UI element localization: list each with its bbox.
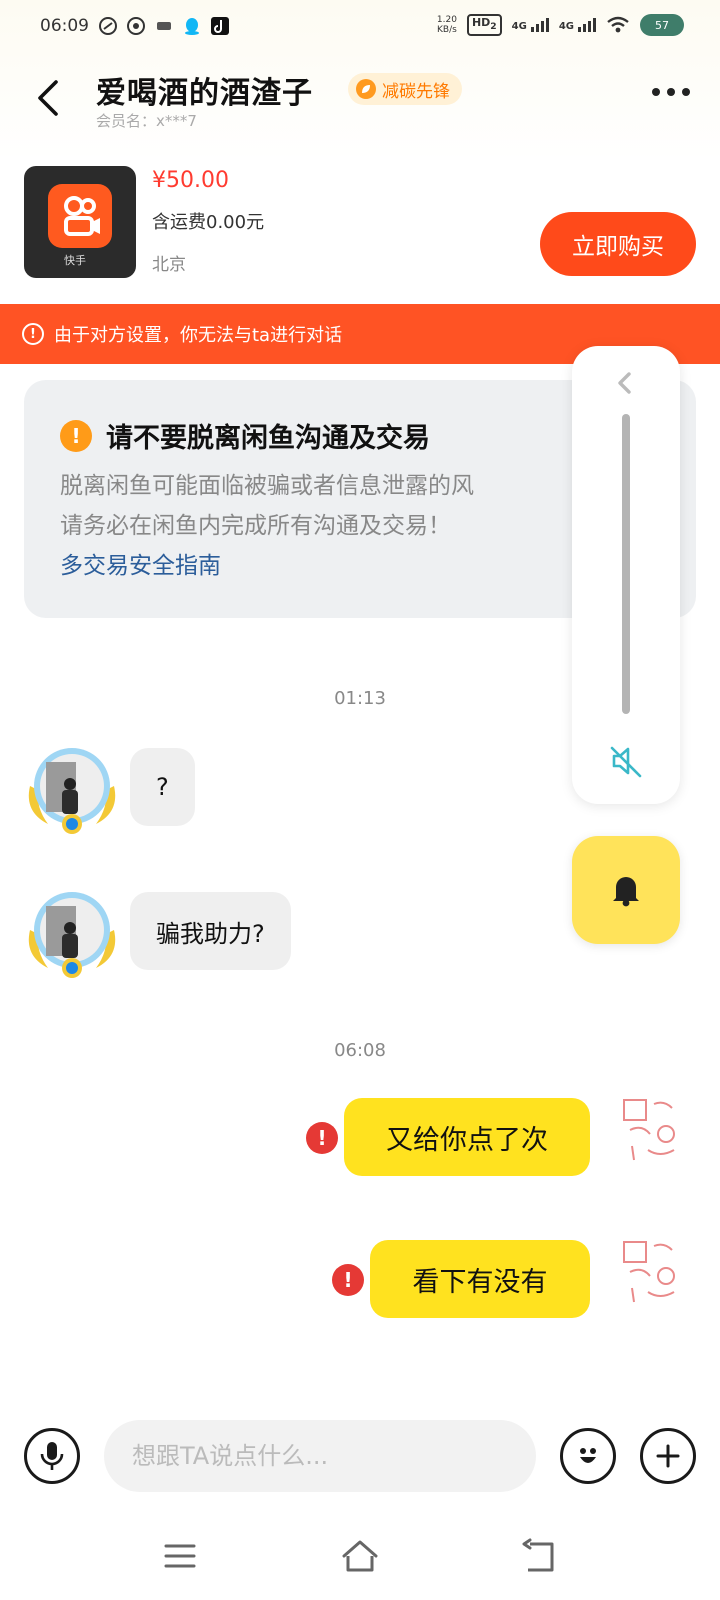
page-title: 爱喝酒的酒渣子 (96, 76, 313, 111)
signal-label: 4G (558, 21, 574, 33)
safety-text-line: 请务必在闲鱼内完成所有沟通及交易！ (60, 513, 451, 539)
emoji-button[interactable] (560, 1428, 616, 1484)
status-system-icons: 1.20 KB/s HD2 4G 4G 57 (437, 14, 684, 37)
self-avatar-sticker[interactable] (620, 1236, 684, 1306)
bell-icon (613, 877, 639, 907)
app-notification-icon (99, 17, 117, 35)
net-speed-value: 1.20 (436, 15, 457, 26)
status-bar: 06:09 1.20 KB/s HD2 4G 4G 57 (0, 0, 720, 56)
self-avatar-sticker[interactable] (620, 1094, 684, 1164)
status-app-icons (98, 16, 230, 36)
warning-icon: ! (60, 420, 92, 452)
error-icon[interactable]: ! (332, 1264, 364, 1296)
app-notification-icon (127, 17, 145, 35)
safety-text-line: 脱离闲鱼可能面临被骗或者信息泄露的风 (60, 473, 474, 499)
speaker-muted-icon[interactable] (608, 742, 646, 780)
notification-button[interactable] (572, 836, 680, 944)
message-input[interactable] (104, 1420, 536, 1492)
net-speed: 1.20 KB/s (437, 15, 457, 35)
back-button[interactable] (30, 78, 66, 118)
app-notification-icon (157, 22, 171, 30)
message-text: 又给你点了次 (386, 1124, 548, 1156)
hd-label: HD (471, 16, 491, 29)
product-thumbnail[interactable]: 快手 (24, 166, 136, 278)
signal-label: 4G (511, 21, 527, 33)
microphone-icon (40, 1442, 64, 1470)
product-price: ¥50.00 (152, 168, 229, 193)
avatar[interactable] (24, 886, 120, 982)
plus-icon (656, 1444, 680, 1468)
message-text: ? (156, 773, 169, 801)
timestamp: 06:08 (334, 1040, 386, 1061)
product-location: 北京 (152, 255, 186, 275)
warning-icon: ! (22, 323, 44, 345)
message-bubble-incoming[interactable]: 骗我助力? (130, 892, 291, 970)
floating-side-panel (572, 346, 680, 804)
menu-icon[interactable] (160, 1536, 200, 1576)
shipping-fee: 含运费0.00元 (152, 212, 265, 233)
battery-icon: 57 (640, 14, 684, 37)
emoji-icon (580, 1448, 596, 1463)
restriction-text: 由于对方设置，你无法与ta进行对话 (54, 325, 343, 346)
buy-now-button[interactable]: 立即购买 (540, 212, 696, 276)
member-name: 会员名：x***7 (96, 112, 197, 130)
timestamp: 01:13 (334, 688, 386, 709)
more-options-button[interactable] (652, 88, 690, 96)
app-label: 快手 (64, 254, 86, 267)
home-icon[interactable] (340, 1536, 380, 1576)
message-text: 看下有没有 (412, 1266, 548, 1298)
avatar[interactable] (24, 742, 120, 838)
tiktok-icon (211, 17, 229, 35)
wifi-icon (607, 16, 629, 33)
voice-input-button[interactable] (24, 1428, 80, 1484)
signal-strength-icon: 4G (558, 18, 596, 33)
message-bubble-outgoing[interactable]: 看下有没有 (370, 1240, 590, 1318)
safety-text: 脱离闲鱼可能面临被骗或者信息泄露的风 请务必在闲鱼内完成所有沟通及交易！ (60, 466, 590, 546)
volume-slider[interactable] (622, 414, 630, 714)
kuaishou-app-icon (48, 184, 112, 248)
leaf-icon (356, 79, 376, 99)
carbon-badge: 减碳先锋 (348, 73, 462, 105)
badge-label: 减碳先锋 (382, 81, 450, 102)
more-actions-button[interactable] (640, 1428, 696, 1484)
safety-guide-link[interactable]: 多交易安全指南 (60, 546, 221, 580)
net-speed-unit: KB/s (437, 25, 457, 36)
status-time: 06:09 (40, 16, 89, 36)
battery-level: 57 (655, 18, 669, 32)
signal-strength-icon: 4G (511, 18, 549, 33)
hd-badge: HD2 (466, 14, 502, 37)
message-bubble-outgoing[interactable]: 又给你点了次 (344, 1098, 590, 1176)
qq-icon (185, 18, 199, 35)
chevron-left-icon[interactable] (612, 370, 638, 396)
safety-title: 请不要脱离闲鱼沟通及交易 (106, 423, 430, 454)
message-text: 骗我助力? (156, 919, 265, 948)
hd-sub: 2 (490, 21, 497, 33)
back-icon[interactable] (520, 1536, 560, 1576)
message-bubble-incoming[interactable]: ? (130, 748, 195, 826)
error-icon[interactable]: ! (306, 1122, 338, 1154)
more-dots-icon (652, 88, 660, 96)
